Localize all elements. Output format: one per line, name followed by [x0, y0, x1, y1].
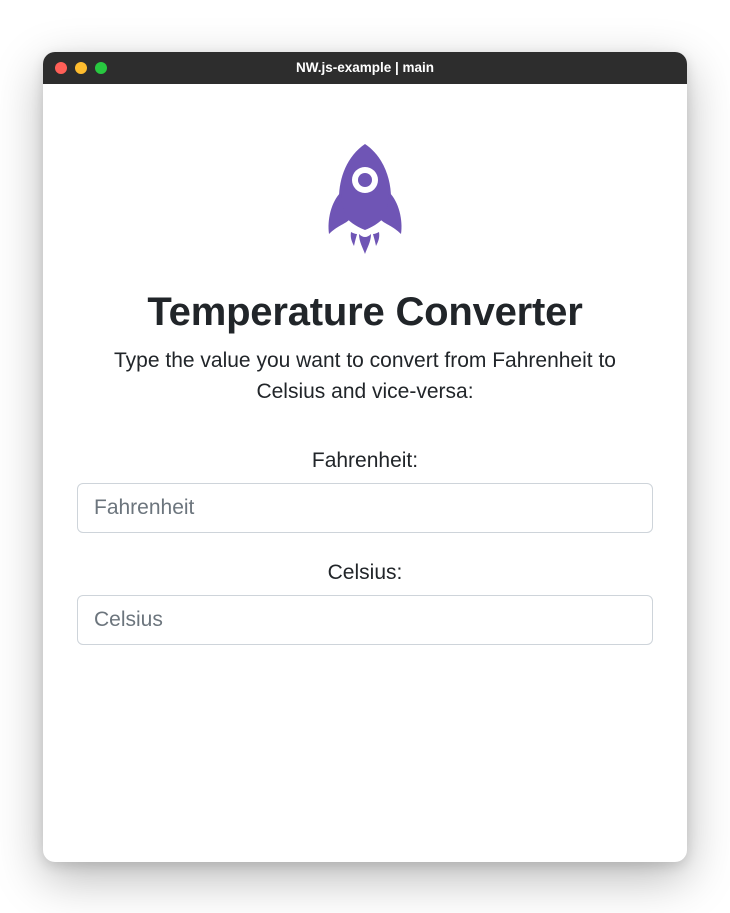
window-title: NW.js-example | main [43, 60, 687, 75]
page-subtitle: Type the value you want to convert from … [77, 345, 653, 407]
celsius-label: Celsius: [77, 561, 653, 585]
page-title: Temperature Converter [77, 290, 653, 335]
fahrenheit-label: Fahrenheit: [77, 449, 653, 473]
minimize-icon[interactable] [75, 62, 87, 74]
close-icon[interactable] [55, 62, 67, 74]
content-area: Temperature Converter Type the value you… [43, 84, 687, 862]
traffic-lights [55, 62, 107, 74]
rocket-icon [77, 142, 653, 262]
fahrenheit-input[interactable] [77, 483, 653, 533]
fahrenheit-group: Fahrenheit: [77, 449, 653, 533]
maximize-icon[interactable] [95, 62, 107, 74]
app-window: NW.js-example | main [43, 52, 687, 862]
titlebar: NW.js-example | main [43, 52, 687, 84]
celsius-group: Celsius: [77, 561, 653, 645]
celsius-input[interactable] [77, 595, 653, 645]
